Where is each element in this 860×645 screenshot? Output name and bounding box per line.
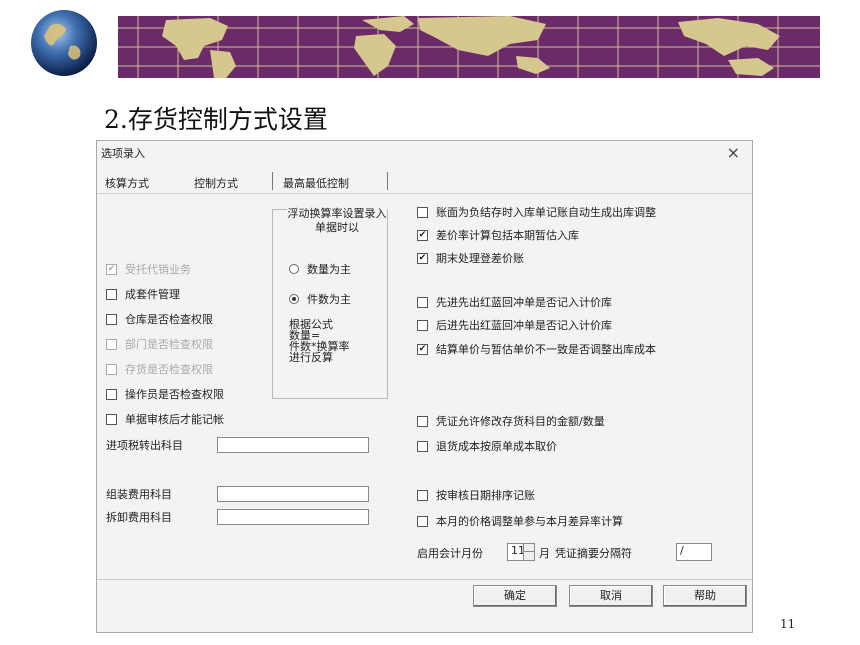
tab-max-min-control[interactable]: 最高最低控制 — [283, 175, 349, 191]
checkbox-operator-permission[interactable]: 操作员是否检查权限 — [106, 386, 224, 402]
checkbox-label: 期末处理登差价账 — [436, 252, 524, 265]
checkbox-kit-management[interactable]: 成套件管理 — [106, 286, 180, 302]
world-map-banner — [118, 16, 820, 78]
checkbox-box — [106, 288, 117, 300]
tab-divider — [387, 172, 388, 190]
checkbox-fifo-reversal[interactable]: 先进先出红蓝回冲单是否记入计价库 — [417, 294, 612, 310]
checkbox-label: 结算单价与暂估单价不一致是否调整出库成本 — [436, 343, 656, 356]
checkbox-price-adjust-variance[interactable]: 本月的价格调整单参与本月差异率计算 — [417, 513, 623, 529]
options-dialog: 选项录入 × 核算方式 控制方式 最高最低控制 浮动换算率设置录入单据时以 数量… — [96, 140, 753, 633]
checkbox-box — [417, 319, 428, 331]
radio-dot — [289, 264, 299, 274]
checkbox-box: ✔ — [106, 263, 117, 275]
checkbox-box — [417, 296, 428, 308]
radio-pieces-primary[interactable]: 件数为主 — [289, 291, 351, 307]
checkbox-label: 仓库是否检查权限 — [125, 313, 213, 326]
checkbox-department-permission[interactable]: 部门是否检查权限 — [106, 336, 213, 352]
disassembly-fee-account-label: 拆卸费用科目 — [106, 511, 172, 524]
checkbox-box: ✔ — [417, 343, 428, 355]
formula-note: 根据公式 数量= 件数*换算率 进行反算 — [289, 319, 350, 363]
checkbox-box — [417, 489, 428, 501]
checkbox-lifo-reversal[interactable]: 后进先出红蓝回冲单是否记入计价库 — [417, 317, 612, 333]
checkbox-post-after-approval[interactable]: 单据审核后才能记帐 — [106, 411, 224, 427]
checkbox-label: 受托代销业务 — [125, 263, 191, 276]
disassembly-fee-account-input[interactable] — [217, 509, 369, 525]
checkbox-label: 账面为负结存时入库单记账自动生成出库调整 — [436, 206, 656, 219]
checkbox-consignment-business[interactable]: ✔ 受托代销业务 — [106, 261, 191, 277]
conversion-rate-group-title: 浮动换算率设置录入单据时以 — [287, 207, 387, 235]
voucher-separator-label: 凭证摘要分隔符 — [555, 547, 632, 560]
radio-quantity-primary[interactable]: 数量为主 — [289, 261, 351, 277]
tax-transfer-account-label: 进项税转出科目 — [106, 439, 183, 452]
checkbox-box — [106, 363, 117, 375]
checkbox-label: 后进先出红蓝回冲单是否记入计价库 — [436, 319, 612, 332]
assembly-fee-account-label: 组装费用科目 — [106, 488, 172, 501]
checkbox-box: ✔ — [417, 229, 428, 241]
tab-divider — [272, 172, 273, 190]
checkbox-label: 操作员是否检查权限 — [125, 388, 224, 401]
checkbox-label: 退货成本按原单成本取价 — [436, 440, 557, 453]
checkbox-label: 成套件管理 — [125, 288, 180, 301]
checkbox-sort-by-approval-date[interactable]: 按审核日期排序记账 — [417, 487, 535, 503]
checkbox-label: 按审核日期排序记账 — [436, 489, 535, 502]
checkbox-period-end-variance[interactable]: ✔ 期末处理登差价账 — [417, 250, 524, 266]
radio-label: 数量为主 — [307, 263, 351, 276]
checkbox-inventory-permission[interactable]: 存货是否检查权限 — [106, 361, 213, 377]
page-number: 11 — [780, 617, 796, 631]
help-button[interactable]: 帮助 — [663, 585, 747, 607]
checkbox-return-original-cost[interactable]: 退货成本按原单成本取价 — [417, 438, 557, 454]
checkbox-label: 存货是否检查权限 — [125, 363, 213, 376]
checkbox-box — [106, 313, 117, 325]
checkbox-settlement-price-adjust[interactable]: ✔ 结算单价与暂估单价不一致是否调整出库成本 — [417, 341, 656, 357]
slide-title: 2.存货控制方式设置 — [104, 105, 328, 134]
formula-line: 进行反算 — [289, 351, 333, 364]
checkbox-label: 单据审核后才能记帐 — [125, 413, 224, 426]
checkbox-negative-balance-adjust[interactable]: 账面为负结存时入库单记账自动生成出库调整 — [417, 204, 656, 220]
checkbox-variance-include-estimate[interactable]: ✔ 差价率计算包括本期暂估入库 — [417, 227, 579, 243]
close-icon[interactable]: × — [727, 143, 740, 162]
cancel-button[interactable]: 取消 — [569, 585, 653, 607]
radio-dot — [289, 294, 299, 304]
radio-label: 件数为主 — [307, 293, 351, 306]
checkbox-label: 部门是否检查权限 — [125, 338, 213, 351]
tab-control-method[interactable]: 控制方式 — [194, 175, 238, 191]
checkbox-box — [417, 515, 428, 527]
checkbox-box — [106, 388, 117, 400]
dialog-title: 选项录入 — [101, 147, 145, 160]
ok-button[interactable]: 确定 — [473, 585, 557, 607]
assembly-fee-account-input[interactable] — [217, 486, 369, 502]
month-spinner[interactable] — [523, 543, 535, 561]
checkbox-warehouse-permission[interactable]: 仓库是否检查权限 — [106, 311, 213, 327]
checkbox-label: 凭证允许修改存货科目的金额/数量 — [436, 415, 605, 428]
checkbox-voucher-edit-amount[interactable]: 凭证允许修改存货科目的金额/数量 — [417, 413, 605, 429]
start-month-label: 启用会计月份 — [417, 547, 483, 560]
checkbox-label: 本月的价格调整单参与本月差异率计算 — [436, 515, 623, 528]
checkbox-box: ✔ — [417, 252, 428, 264]
voucher-separator-input[interactable]: / — [676, 543, 712, 561]
month-unit-label: 月 — [539, 547, 550, 560]
checkbox-box — [417, 415, 428, 427]
checkbox-label: 先进先出红蓝回冲单是否记入计价库 — [436, 296, 612, 309]
tax-transfer-account-input[interactable] — [217, 437, 369, 453]
header-banner — [118, 16, 820, 78]
checkbox-label: 差价率计算包括本期暂估入库 — [436, 229, 579, 242]
checkbox-box — [106, 338, 117, 350]
checkbox-box — [417, 206, 428, 218]
tab-strip-border — [97, 193, 752, 194]
globe-icon — [31, 8, 108, 78]
checkbox-box — [106, 413, 117, 425]
button-bar-divider — [97, 579, 752, 580]
checkbox-box — [417, 440, 428, 452]
tab-accounting-method[interactable]: 核算方式 — [105, 175, 149, 191]
